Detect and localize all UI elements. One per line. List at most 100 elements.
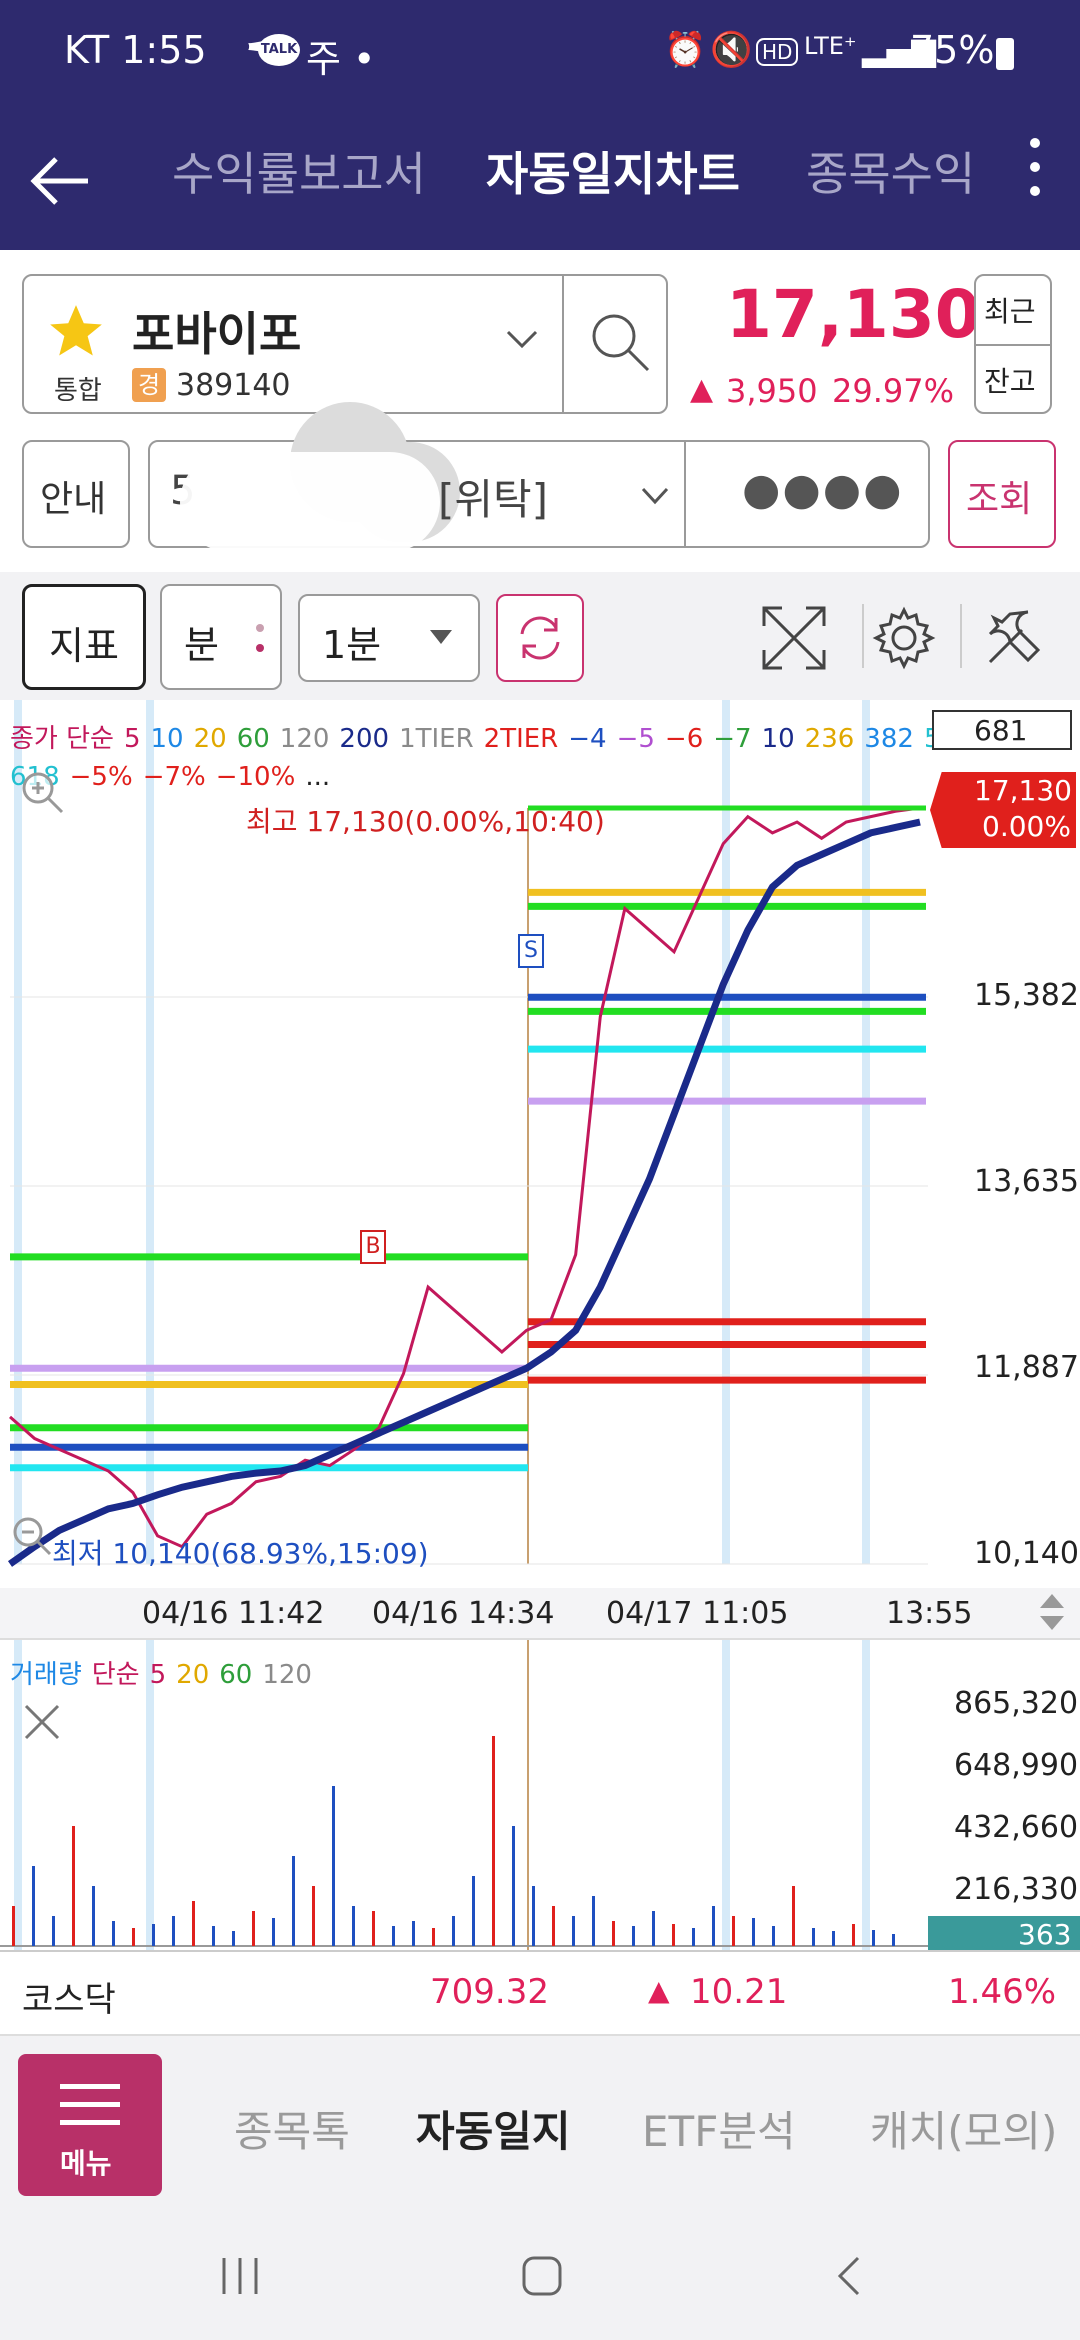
volume-bar	[392, 1926, 395, 1946]
value-box-text: 681	[974, 714, 1028, 747]
legend-item: 120	[262, 1660, 312, 1690]
volume-bar	[752, 1918, 755, 1946]
password-field[interactable]: ●●●●	[742, 464, 904, 515]
unit-button[interactable]: 분	[160, 584, 282, 690]
volume-bar	[832, 1931, 835, 1946]
indicator-button[interactable]: 지표	[22, 584, 146, 690]
volume-bar	[552, 1906, 555, 1946]
index-change: 10.21	[690, 1972, 788, 2012]
mute-icon: 🔇	[710, 30, 753, 70]
zoom-out-icon[interactable]	[10, 1514, 54, 1558]
price-change-pct: 29.97%	[832, 372, 955, 410]
nav-tab-catch-mock[interactable]: 캐치(모의)	[870, 2098, 1057, 2159]
recent-button[interactable]: 최근	[984, 290, 1036, 330]
session-band	[146, 700, 154, 1564]
sell-marker[interactable]: S	[518, 934, 544, 968]
legend-item: 200	[339, 724, 390, 754]
session-band	[14, 700, 22, 1564]
volume-bar	[332, 1786, 335, 1946]
home-icon[interactable]	[520, 2254, 564, 2298]
talk-icon: TALK	[258, 34, 300, 66]
buy-marker[interactable]: B	[360, 1230, 386, 1264]
tab-stock-profit[interactable]: 종목수익	[806, 138, 975, 204]
volume-bar	[572, 1916, 575, 1946]
nav-tab-etf-analysis[interactable]: ETF분석	[642, 2098, 796, 2159]
battery-percent: 75%	[910, 28, 995, 72]
volume-bar	[852, 1924, 855, 1946]
legend-item: −6	[664, 724, 704, 754]
account-selector[interactable]: 5 [위탁] ●●●●	[148, 402, 930, 552]
legend-item: 382	[864, 724, 914, 754]
volume-bar	[412, 1921, 415, 1946]
volume-bar	[472, 1876, 475, 1946]
more-menu-icon[interactable]	[1030, 138, 1042, 196]
fullscreen-icon[interactable]	[760, 604, 828, 672]
chevron-down-icon[interactable]	[640, 486, 670, 506]
volume-bar	[652, 1911, 655, 1946]
balance-button[interactable]: 잔고	[984, 360, 1036, 400]
legend-item: 60	[236, 724, 270, 754]
menu-button[interactable]: 메뉴	[18, 2054, 162, 2196]
volume-bar	[52, 1916, 55, 1946]
favorite-star-icon[interactable]	[44, 300, 108, 362]
volume-bar	[292, 1856, 295, 1946]
session-band	[862, 1640, 870, 1950]
legend-item: 120	[279, 724, 330, 754]
recent-apps-icon[interactable]	[218, 2254, 262, 2298]
x-tick: 04/17 11:05	[606, 1596, 789, 1631]
legend-item: 60	[219, 1660, 253, 1690]
account-type: [위탁]	[438, 475, 549, 524]
menu-label: 메뉴	[60, 2147, 112, 2180]
tab-auto-journal-chart[interactable]: 자동일지차트	[486, 138, 740, 204]
chevron-down-icon[interactable]	[504, 328, 540, 350]
carrier-time: KT 1:55	[64, 28, 207, 72]
volume-bar	[492, 1736, 495, 1946]
legend-item: −7	[713, 724, 752, 754]
volume-bar	[72, 1826, 75, 1946]
session-band	[722, 1640, 730, 1950]
vol-y-tick: 432,660	[954, 1810, 1079, 1845]
system-back-icon[interactable]	[828, 2254, 872, 2298]
nav-tab-auto-journal[interactable]: 자동일지	[416, 2098, 571, 2159]
price-chart-area[interactable]: 종가 단순 5 10 20 60 120 200 1TIER 2TIER −4 −5 −6 −7 10 23…	[0, 700, 1080, 1588]
index-value: 709.32	[430, 1972, 549, 2012]
legend-item: 2TIER	[483, 724, 559, 754]
session-band	[862, 700, 870, 1564]
index-bar[interactable]: 코스닥 709.32 ▲ 10.21 1.46%	[0, 1950, 1080, 2034]
settings-gear-icon[interactable]	[870, 604, 938, 672]
tab-return-report[interactable]: 수익률보고서	[172, 138, 426, 204]
volume-bar	[452, 1916, 455, 1946]
status-extra: 주 •	[306, 37, 376, 81]
volume-bar	[892, 1934, 895, 1946]
x-tick: 04/16 14:34	[372, 1596, 555, 1631]
volume-bar	[592, 1896, 595, 1946]
scroll-arrows-icon[interactable]	[1038, 1592, 1066, 1632]
back-arrow-icon[interactable]	[28, 156, 92, 206]
nav-tab-stock-talk[interactable]: 종목톡	[234, 2098, 350, 2159]
volume-bar	[432, 1928, 435, 1946]
volume-bar	[112, 1921, 115, 1946]
unit-label: 분	[184, 623, 219, 667]
volume-bar	[92, 1886, 95, 1946]
volume-bar	[252, 1911, 255, 1946]
battery-icon	[996, 38, 1014, 70]
search-icon[interactable]	[586, 308, 656, 378]
volume-bar	[632, 1926, 635, 1946]
volume-bar	[152, 1924, 155, 1946]
low-price-label: 최저 10,140(68.93%,15:09)	[52, 1537, 429, 1570]
volume-bar	[312, 1886, 315, 1946]
close-icon[interactable]	[22, 1702, 62, 1742]
legend-item: 1TIER	[399, 724, 474, 754]
interval-select[interactable]: 1분	[298, 594, 480, 682]
value-box: 681	[932, 710, 1072, 750]
index-pct: 1.46%	[948, 1972, 1057, 2012]
refresh-button[interactable]	[496, 594, 584, 682]
query-button[interactable]: 조회	[948, 440, 1056, 548]
volume-chart-area[interactable]: 거래량 단순 5 20 60 120 865,320 648,990 432,660 21…	[0, 1638, 1080, 1952]
zoom-in-icon[interactable]	[18, 768, 68, 818]
vol-y-tick: 216,330	[954, 1872, 1079, 1907]
tools-icon[interactable]	[980, 604, 1048, 672]
current-pct-tag-value: 0.00%	[982, 810, 1071, 843]
guide-button[interactable]: 안내	[22, 440, 130, 548]
stock-selector[interactable]: 포바이포 통합 경 389140	[22, 274, 668, 414]
